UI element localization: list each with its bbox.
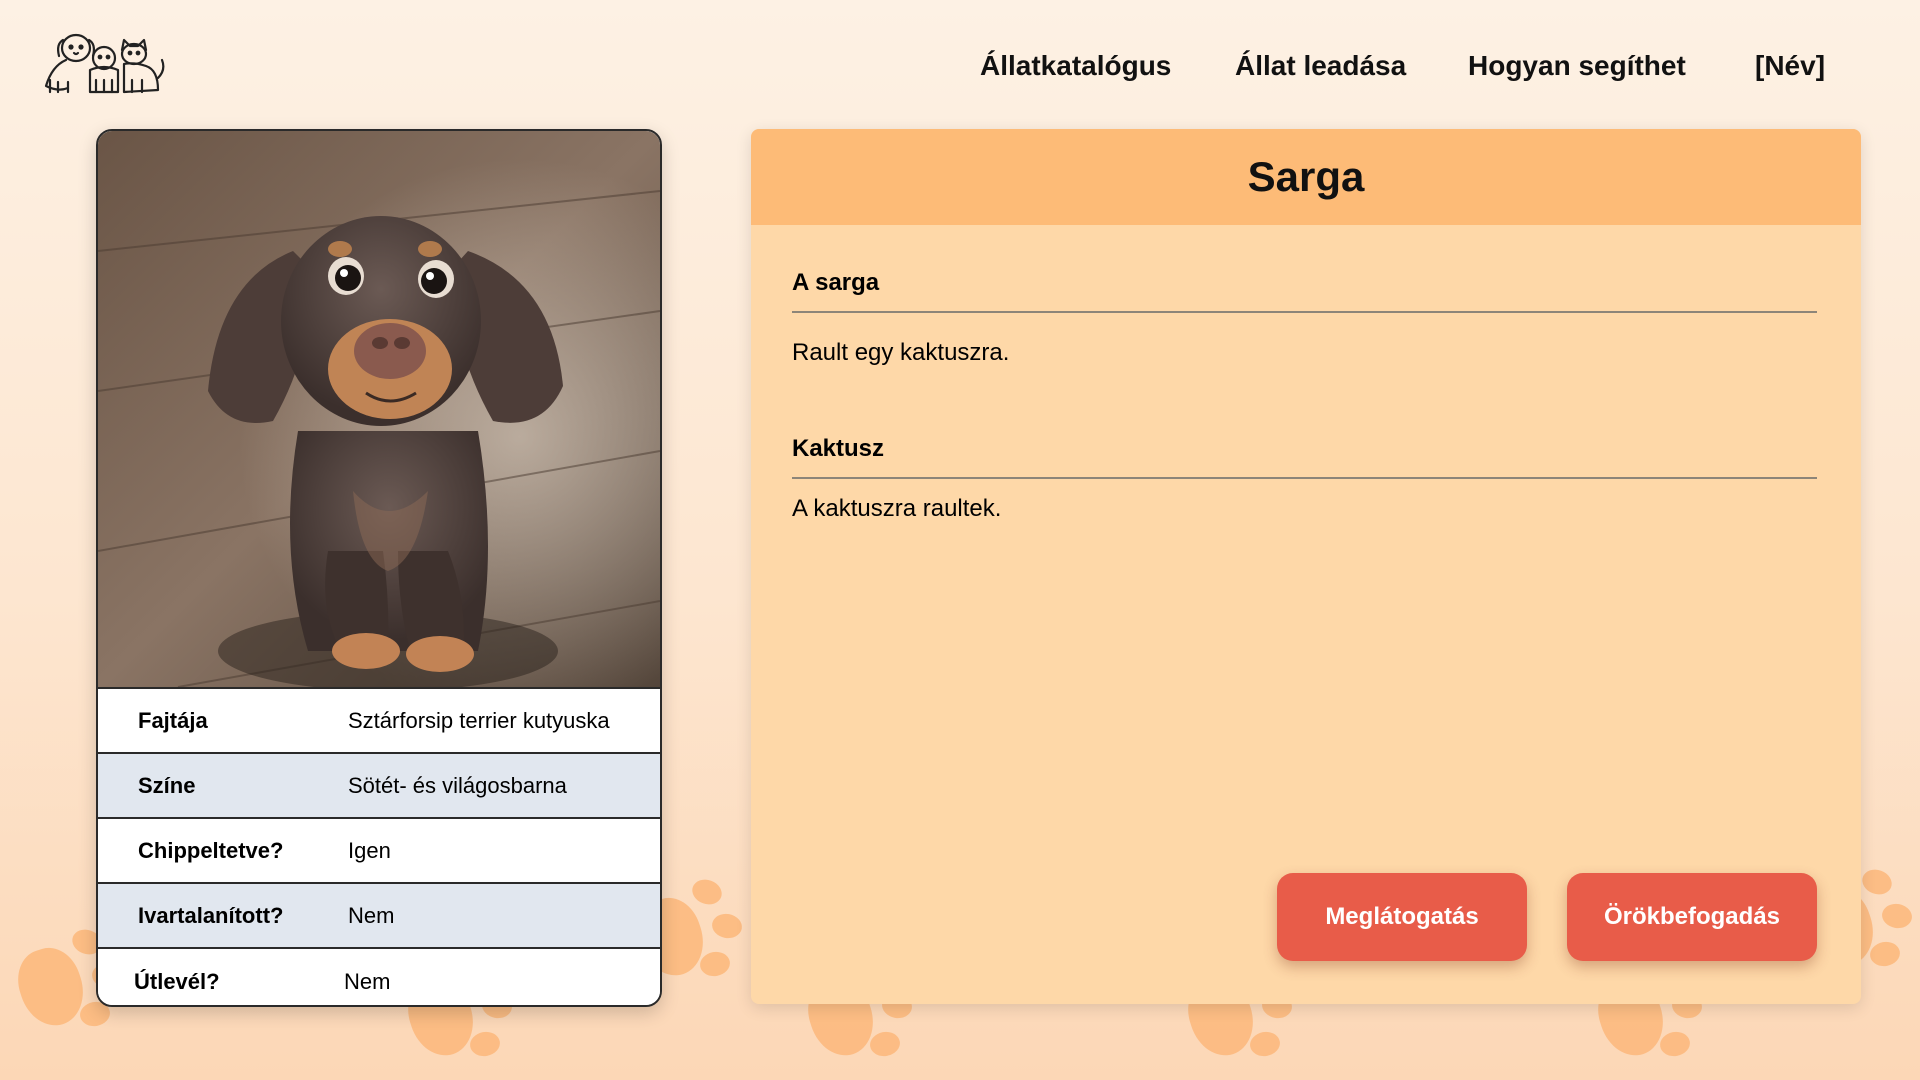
table-row: Chippeltetve? Igen — [98, 817, 660, 882]
pet-info-table: Fajtája Sztárforsip terrier kutyuska Szí… — [98, 687, 660, 1005]
site-logo[interactable] — [38, 30, 166, 96]
nav-how-to-help[interactable]: Hogyan segíthet — [1468, 50, 1686, 82]
table-row: Ivartalanított? Nem — [98, 882, 660, 947]
color-label: Színe — [138, 772, 196, 798]
passport-label: Útlevél? — [134, 969, 220, 994]
chipped-label: Chippeltetve? — [138, 837, 284, 863]
pet-card: Fajtája Sztárforsip terrier kutyuska Szí… — [96, 129, 662, 1007]
nav-animal-catalog[interactable]: Állatkatalógus — [980, 50, 1171, 82]
section-title: A sarga — [792, 269, 1817, 313]
pet-photo — [98, 131, 660, 687]
section-body: A kaktuszra raultek. — [792, 495, 1002, 522]
pet-detail-panel: Sarga A sarga Rault egy kaktuszra. Kaktu… — [751, 129, 1861, 1004]
table-row: Színe Sötét- és világosbarna — [98, 752, 660, 817]
section-cactus: Kaktusz A kaktuszra raultek. — [792, 435, 1817, 523]
visit-button[interactable]: Meglátogatás — [1277, 873, 1527, 961]
table-row: Útlevél? Nem — [98, 947, 660, 1005]
table-row: Fajtája Sztárforsip terrier kutyuska — [98, 687, 660, 752]
breed-value: Sztárforsip terrier kutyuska — [348, 707, 610, 733]
neutered-label: Ivartalanított? — [138, 902, 284, 928]
color-value: Sötét- és világosbarna — [348, 772, 567, 798]
dachshund-puppy-photo-icon — [98, 131, 660, 687]
adopt-button[interactable]: Örökbefogadás — [1567, 873, 1817, 961]
nav-animal-surrender[interactable]: Állat leadása — [1235, 50, 1406, 82]
neutered-value: Nem — [348, 902, 395, 928]
nav-user-name[interactable]: [Név] — [1755, 50, 1825, 82]
section-about: A sarga Rault egy kaktuszra. — [792, 269, 1817, 367]
chipped-value: Igen — [348, 837, 391, 863]
passport-value: Nem — [344, 969, 391, 994]
breed-label: Fajtája — [138, 707, 208, 733]
pet-name-title: Sarga — [1247, 153, 1365, 200]
section-title: Kaktusz — [792, 435, 1817, 479]
detail-header: Sarga — [751, 129, 1861, 225]
dog-cat-logo-icon — [44, 33, 165, 94]
section-body: Rault egy kaktuszra. — [792, 339, 1010, 366]
